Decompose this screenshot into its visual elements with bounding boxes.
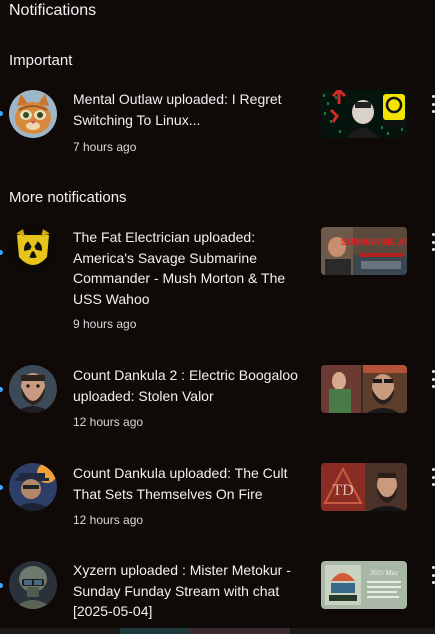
bearded-man-avatar-icon[interactable]: [9, 365, 57, 413]
radiation-shield-icon[interactable]: [9, 227, 57, 275]
svg-text:TD: TD: [332, 482, 353, 499]
svg-text:2025 May: 2025 May: [370, 569, 399, 577]
cat-avatar-icon[interactable]: [9, 90, 57, 138]
notification-item[interactable]: Mental Outlaw uploaded: I Regret Switchi…: [0, 88, 435, 158]
video-thumbnail[interactable]: TD: [321, 463, 407, 511]
svg-text:SUBMARINE ACE: SUBMARINE ACE: [341, 237, 407, 247]
scroll-footer-strip: [0, 628, 435, 634]
video-thumbnail[interactable]: 2025 May: [321, 561, 407, 609]
notification-text: Xyzern uploaded : Mister Metokur - Sunda…: [73, 562, 291, 619]
notification-text: The Fat Electrician uploaded: America's …: [73, 229, 286, 307]
more-options-icon[interactable]: [430, 233, 435, 251]
notification-text: Mental Outlaw uploaded: I Regret Switchi…: [73, 91, 282, 128]
notification-item[interactable]: The Fat Electrician uploaded: America's …: [0, 227, 435, 337]
section-title-important: Important: [9, 52, 73, 69]
unread-dot: [0, 485, 3, 490]
notification-time: 12 hours ago: [73, 415, 144, 429]
hat-avatar-icon[interactable]: [9, 463, 57, 511]
more-options-icon[interactable]: [430, 370, 435, 388]
notification-text: Count Dankula uploaded: The Cult That Se…: [73, 465, 288, 502]
unread-dot: [0, 111, 3, 116]
more-options-icon[interactable]: [430, 95, 435, 113]
section-title-more: More notifications: [9, 189, 127, 206]
video-thumbnail[interactable]: SUBMARINE ACE: [321, 227, 407, 275]
unread-dot: [0, 250, 3, 255]
video-thumbnail[interactable]: [321, 90, 407, 138]
notification-item[interactable]: Count Dankula uploaded: The Cult That Se…: [0, 462, 435, 532]
panel-title: Notifications: [9, 2, 97, 19]
notification-item[interactable]: Xyzern uploaded : Mister Metokur - Sunda…: [0, 560, 435, 628]
notification-time: 12 hours ago: [73, 513, 144, 527]
unread-dot: [0, 583, 3, 588]
notification-time: 9 hours ago: [73, 317, 137, 331]
unread-dot: [0, 387, 3, 392]
notification-time: 7 hours ago: [73, 140, 137, 154]
more-options-icon[interactable]: [430, 468, 435, 486]
soldier-helmet-avatar-icon[interactable]: [9, 561, 57, 609]
notification-item[interactable]: Count Dankula 2 : Electric Boogaloo uplo…: [0, 364, 435, 434]
more-options-icon[interactable]: [430, 566, 435, 584]
notification-text: Count Dankula 2 : Electric Boogaloo uplo…: [73, 367, 298, 404]
notifications-panel: Notifications Important Mental Outlaw up…: [0, 0, 435, 634]
video-thumbnail[interactable]: [321, 365, 407, 413]
